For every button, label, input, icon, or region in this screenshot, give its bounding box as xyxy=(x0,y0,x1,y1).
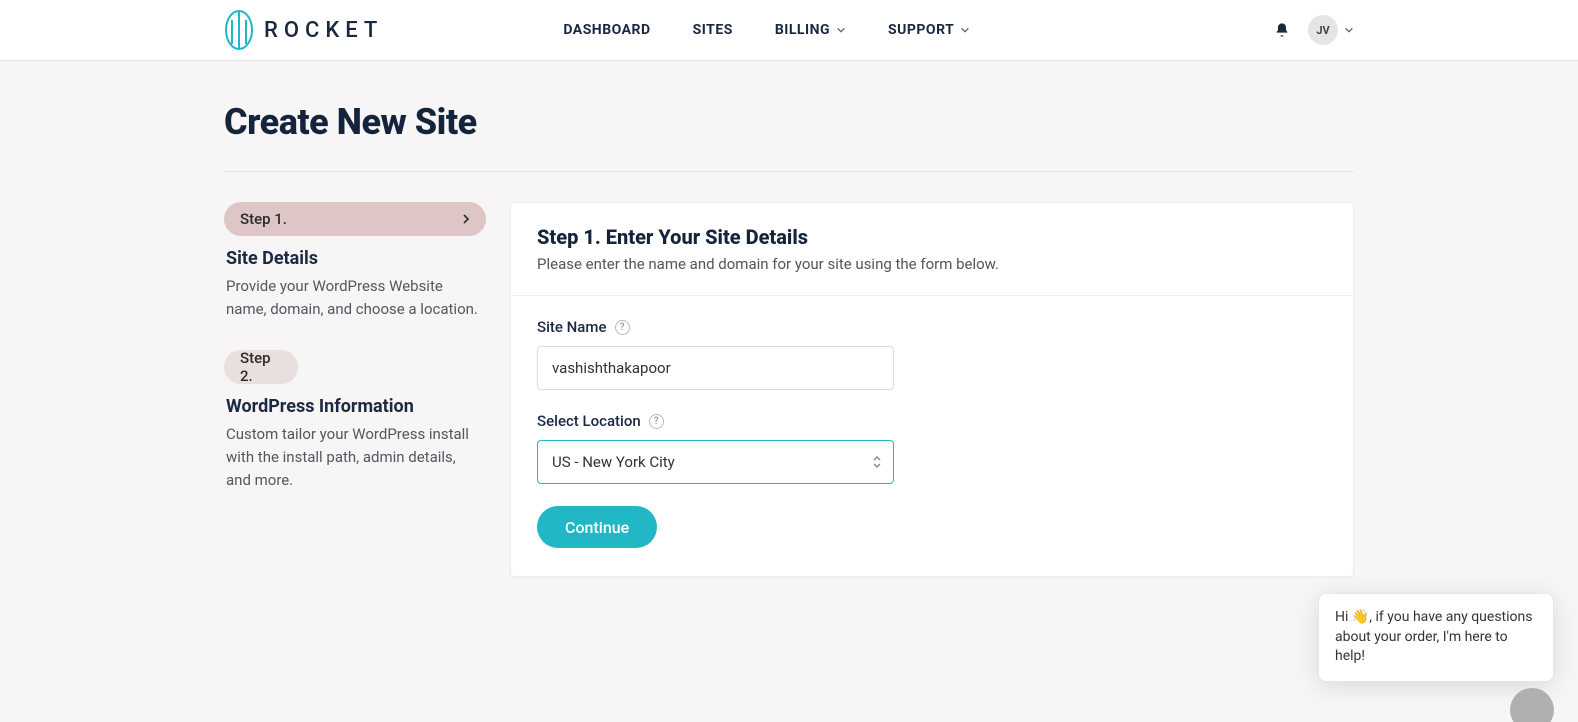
step-1-pill[interactable]: Step 1. xyxy=(224,202,486,236)
nav-billing-label: BILLING xyxy=(775,22,830,38)
location-label: Select Location xyxy=(537,412,641,430)
continue-button[interactable]: Continue xyxy=(537,506,657,548)
top-nav: ROCKET DASHBOARD SITES BILLING SUPPORT J… xyxy=(0,0,1578,61)
step-1-pill-label: Step 1. xyxy=(240,210,287,228)
step-1-heading: Site Details xyxy=(226,248,484,269)
nav-sites-label: SITES xyxy=(693,22,733,38)
page-title: Create New Site xyxy=(224,101,1354,143)
continue-button-label: Continue xyxy=(565,518,629,537)
chat-avatar[interactable] xyxy=(1510,688,1554,722)
nav-support[interactable]: SUPPORT xyxy=(888,22,970,38)
user-menu[interactable]: JV xyxy=(1308,15,1354,45)
chevron-right-icon xyxy=(460,213,472,225)
step-2-pill[interactable]: Step 2. xyxy=(224,350,298,384)
rocket-logo-icon xyxy=(224,10,254,50)
avatar-initials: JV xyxy=(1316,24,1329,37)
location-select[interactable]: US - New York City xyxy=(537,440,894,484)
step-1-description: Provide your WordPress Website name, dom… xyxy=(226,275,484,322)
step-2-heading: WordPress Information xyxy=(226,396,484,417)
steps-sidebar: Step 1. Site Details Provide your WordPr… xyxy=(224,202,486,577)
nav-sites[interactable]: SITES xyxy=(693,22,733,38)
card-subtitle: Please enter the name and domain for you… xyxy=(537,255,1327,273)
avatar: JV xyxy=(1308,15,1338,45)
site-name-label: Site Name xyxy=(537,318,607,336)
card-title: Step 1. Enter Your Site Details xyxy=(537,225,1327,249)
main-nav: DASHBOARD SITES BILLING SUPPORT xyxy=(563,22,970,38)
location-selected-value: US - New York City xyxy=(552,453,675,471)
step-1-block: Site Details Provide your WordPress Webs… xyxy=(224,248,486,322)
page: Create New Site Step 1. Site Details Pro… xyxy=(224,61,1354,637)
chevron-down-icon xyxy=(836,25,846,35)
location-field: Select Location ? US - New York City xyxy=(537,412,1327,484)
nav-support-label: SUPPORT xyxy=(888,22,954,38)
step-2-pill-label: Step 2. xyxy=(240,349,284,385)
help-icon[interactable]: ? xyxy=(615,320,630,335)
nav-billing[interactable]: BILLING xyxy=(775,22,846,38)
chat-message: Hi 👋, if you have any questions about yo… xyxy=(1335,609,1532,664)
nav-dashboard[interactable]: DASHBOARD xyxy=(563,22,650,38)
step-2-description: Custom tailor your WordPress install wit… xyxy=(226,423,484,493)
chevron-down-icon xyxy=(960,25,970,35)
nav-dashboard-label: DASHBOARD xyxy=(563,22,650,38)
help-icon[interactable]: ? xyxy=(649,414,664,429)
chevron-down-icon xyxy=(1344,25,1354,35)
site-name-field: Site Name ? xyxy=(537,318,1327,390)
chat-bubble[interactable]: Hi 👋, if you have any questions about yo… xyxy=(1318,593,1554,682)
card-divider xyxy=(511,295,1353,296)
bell-icon[interactable] xyxy=(1274,22,1290,38)
brand[interactable]: ROCKET xyxy=(224,10,383,50)
site-details-card: Step 1. Enter Your Site Details Please e… xyxy=(510,202,1354,577)
divider xyxy=(224,171,1354,172)
site-name-input[interactable] xyxy=(537,346,894,390)
step-2-block: WordPress Information Custom tailor your… xyxy=(224,396,486,493)
brand-name: ROCKET xyxy=(264,18,383,43)
